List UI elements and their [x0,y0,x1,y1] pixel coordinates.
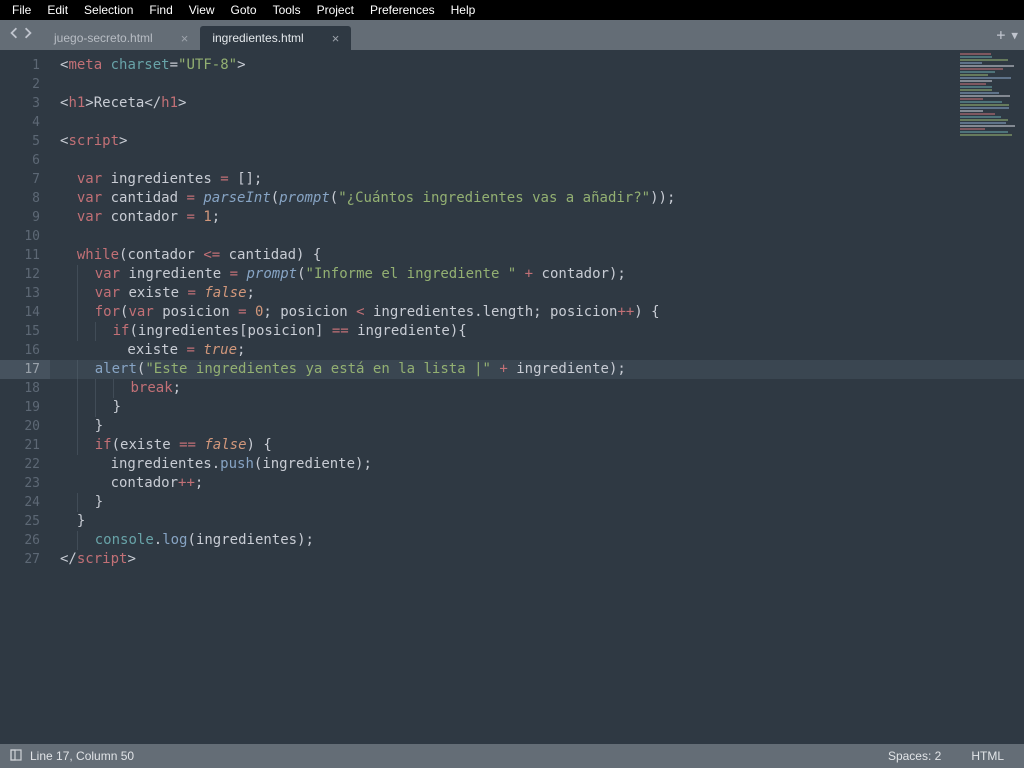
close-icon[interactable]: × [332,31,340,46]
code-line: } [60,512,1024,531]
tab-dropdown-icon[interactable]: ▼ [1011,29,1018,42]
line-number: 7 [0,170,40,189]
code-line: <script> [60,132,1024,151]
line-gutter: 1234567891011121314151617181920212223242… [0,50,50,750]
line-number: 25 [0,512,40,531]
code-line [60,75,1024,94]
line-number: 14 [0,303,40,322]
line-number: 20 [0,417,40,436]
line-number: 26 [0,531,40,550]
code-line: if(existe == false) { [60,436,1024,455]
menu-goto[interactable]: Goto [223,1,265,19]
tabbar: juego-secreto.html×ingredientes.html× + … [0,20,1024,50]
menu-find[interactable]: Find [141,1,180,19]
line-number: 24 [0,493,40,512]
code-line: alert("Este ingredientes ya está en la l… [50,360,1024,379]
menu-edit[interactable]: Edit [39,1,76,19]
tab-label: ingredientes.html [212,31,303,45]
line-number: 11 [0,246,40,265]
code-line: for(var posicion = 0; posicion < ingredi… [60,303,1024,322]
line-number: 12 [0,265,40,284]
statusbar: Line 17, Column 50 Spaces: 2 HTML [0,744,1024,768]
line-number: 16 [0,341,40,360]
tab-nav [0,27,42,43]
line-number: 15 [0,322,40,341]
code-line: </script> [60,550,1024,569]
line-number: 9 [0,208,40,227]
line-number: 4 [0,113,40,132]
code-line: <h1>Receta</h1> [60,94,1024,113]
line-number: 10 [0,227,40,246]
code-line [60,151,1024,170]
code-line: var ingredientes = []; [60,170,1024,189]
line-number: 6 [0,151,40,170]
line-number: 8 [0,189,40,208]
tab-0[interactable]: juego-secreto.html × [42,26,200,50]
code-area[interactable]: <meta charset="UTF-8"> <h1>Receta</h1> <sc… [50,50,1024,750]
code-line: var cantidad = parseInt(prompt("¿Cuántos… [60,189,1024,208]
line-number: 17 [0,360,50,379]
tab-1[interactable]: ingredientes.html × [200,26,351,50]
code-line: } [60,417,1024,436]
code-line [60,227,1024,246]
line-number: 21 [0,436,40,455]
line-number: 3 [0,94,40,113]
nav-back-icon[interactable] [8,27,20,43]
editor: 1234567891011121314151617181920212223242… [0,50,1024,750]
menu-project[interactable]: Project [309,1,362,19]
status-syntax[interactable]: HTML [971,749,1004,763]
line-number: 2 [0,75,40,94]
code-line: var existe = false; [60,284,1024,303]
minimap[interactable] [960,52,1018,172]
code-line: contador++; [60,474,1024,493]
close-icon[interactable]: × [181,31,189,46]
code-line: while(contador <= cantidad) { [60,246,1024,265]
tab-label: juego-secreto.html [54,31,153,45]
line-number: 18 [0,379,40,398]
nav-forward-icon[interactable] [22,27,34,43]
code-line: } [60,398,1024,417]
code-line: existe = true; [60,341,1024,360]
line-number: 23 [0,474,40,493]
code-line: break; [60,379,1024,398]
line-number: 19 [0,398,40,417]
code-line: } [60,493,1024,512]
line-number: 22 [0,455,40,474]
line-number: 5 [0,132,40,151]
status-spaces[interactable]: Spaces: 2 [888,749,941,763]
menu-file[interactable]: File [4,1,39,19]
status-position[interactable]: Line 17, Column 50 [30,749,134,763]
code-line: <meta charset="UTF-8"> [60,56,1024,75]
code-line [60,113,1024,132]
menu-tools[interactable]: Tools [265,1,309,19]
code-line: var ingrediente = prompt("Informe el ing… [60,265,1024,284]
code-line: var contador = 1; [60,208,1024,227]
new-tab-icon[interactable]: + [996,26,1005,44]
line-number: 13 [0,284,40,303]
line-number: 1 [0,56,40,75]
menu-view[interactable]: View [181,1,223,19]
menu-selection[interactable]: Selection [76,1,141,19]
menubar: FileEditSelectionFindViewGotoToolsProjec… [0,0,1024,20]
code-line: console.log(ingredientes); [60,531,1024,550]
menu-preferences[interactable]: Preferences [362,1,443,19]
panel-toggle-icon[interactable] [10,749,22,764]
code-line: if(ingredientes[posicion] == ingrediente… [60,322,1024,341]
menu-help[interactable]: Help [443,1,484,19]
code-line: ingredientes.push(ingrediente); [60,455,1024,474]
line-number: 27 [0,550,40,569]
